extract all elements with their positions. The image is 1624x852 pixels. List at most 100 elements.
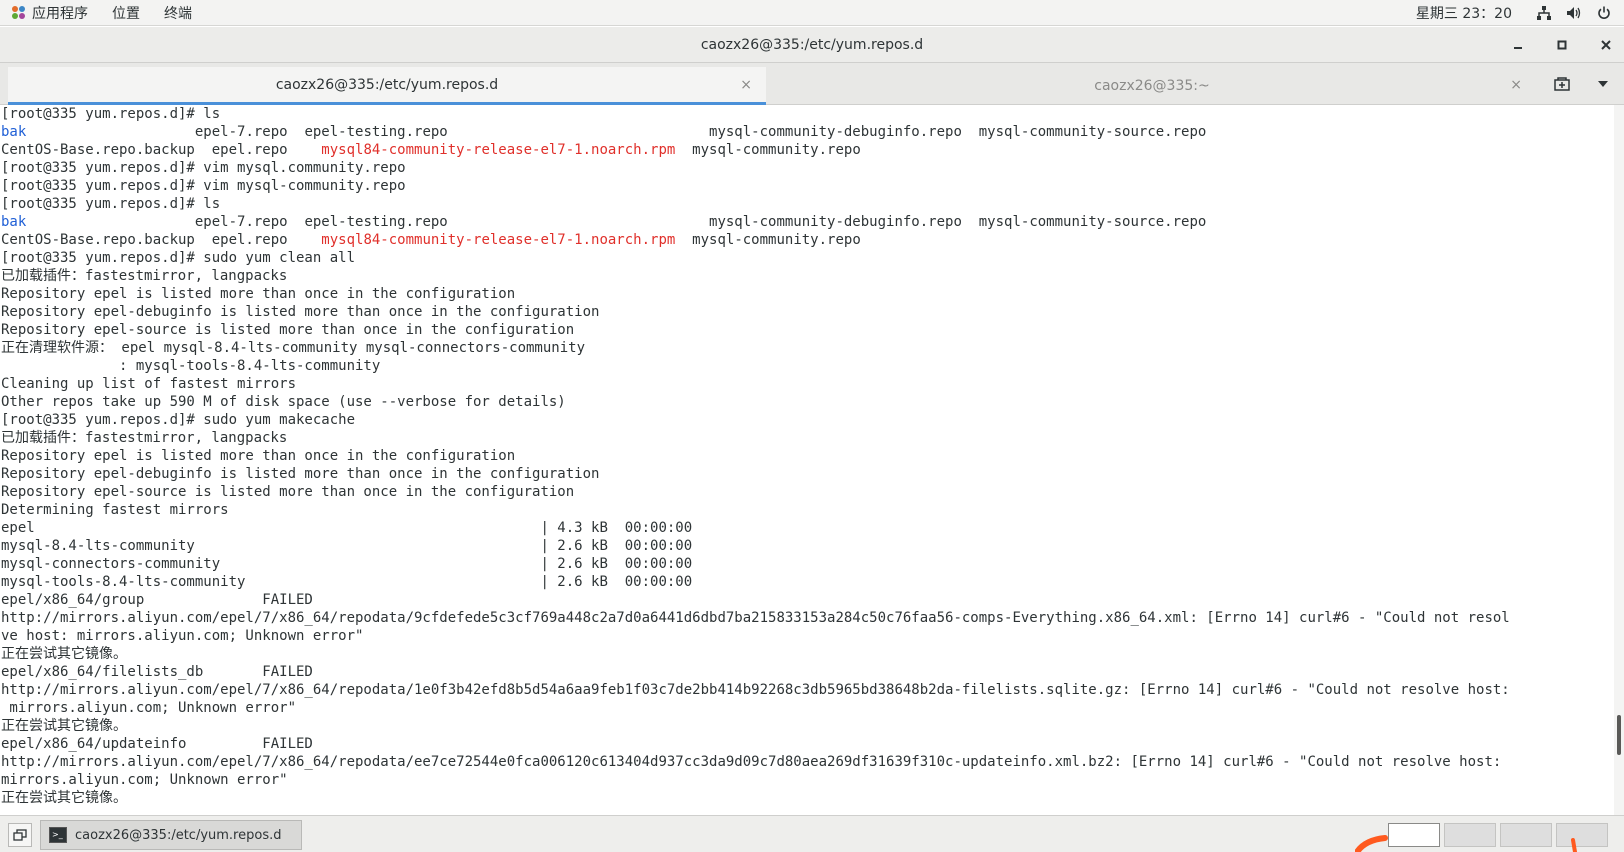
volume-icon[interactable]: [1566, 5, 1582, 21]
places-menu-label: 位置: [112, 5, 140, 22]
directory-entry: bak: [1, 124, 27, 140]
tab-yum-repos[interactable]: caozx26@335:/etc/yum.repos.d ×: [8, 67, 766, 105]
terminal-menu[interactable]: 终端: [152, 0, 204, 26]
terminal-line: 正在尝试其它镜像。: [0, 789, 1614, 807]
terminal-text: : mysql-tools-8.4-lts-community: [1, 358, 381, 374]
terminal-text: Cleaning up list of fastest mirrors: [1, 376, 297, 392]
workspace-4[interactable]: [1556, 823, 1608, 847]
show-desktop-icon[interactable]: [8, 823, 32, 847]
terminal-line: mirrors.aliyun.com; Unknown error": [0, 771, 1614, 789]
scrollbar-thumb[interactable]: [1617, 715, 1621, 755]
rpm-file-entry: mysql84-community-release-el7-1.noarch.r…: [321, 232, 676, 248]
terminal-text: Repository epel is listed more than once…: [1, 448, 516, 464]
terminal-text: Repository epel-debuginfo is listed more…: [1, 466, 600, 482]
terminal-text: [root@335 yum.repos.d]# vim mysql-commun…: [1, 178, 406, 194]
terminal-text: mysql-tools-8.4-lts-community | 2.6 kB 0…: [1, 574, 693, 590]
applications-menu-label: 应用程序: [32, 5, 88, 22]
terminal-line: Repository epel-debuginfo is listed more…: [0, 303, 1614, 321]
terminal-text: [root@335 yum.repos.d]# sudo yum clean a…: [1, 250, 356, 266]
close-icon[interactable]: [1598, 37, 1614, 53]
terminal-line: epel/x86_64/group FAILED: [0, 591, 1614, 609]
terminal-text: http://mirrors.aliyun.com/epel/7/x86_64/…: [1, 682, 1510, 698]
top-panel: 应用程序 位置 终端 星期三 23：20: [0, 0, 1624, 26]
terminal-text: mysql-connectors-community | 2.6 kB 00:0…: [1, 556, 693, 572]
network-icon[interactable]: [1536, 5, 1552, 21]
terminal-line: [root@335 yum.repos.d]# sudo yum clean a…: [0, 249, 1614, 267]
terminal-text: 已加载插件：fastestmirror, langpacks: [1, 268, 288, 284]
terminal-text: mysql-community.repo: [675, 232, 861, 248]
terminal-line: : mysql-tools-8.4-lts-community: [0, 357, 1614, 375]
terminal-text: [root@335 yum.repos.d]# vim mysql.commun…: [1, 160, 406, 176]
terminal-text: CentOS-Base.repo.backup epel.repo: [1, 142, 322, 158]
taskbar-window-button[interactable]: >_ caozx26@335:/etc/yum.repos.d: [40, 820, 302, 850]
terminal-line: Repository epel-debuginfo is listed more…: [0, 465, 1614, 483]
terminal-text: [root@335 yum.repos.d]# ls: [1, 196, 221, 212]
terminal-line: http://mirrors.aliyun.com/epel/7/x86_64/…: [0, 753, 1614, 771]
terminal-scrollbar[interactable]: [1614, 105, 1624, 815]
terminal-line: 已加载插件：fastestmirror, langpacks: [0, 429, 1614, 447]
terminal-line: mysql-connectors-community | 2.6 kB 00:0…: [0, 555, 1614, 573]
window-titlebar[interactable]: caozx26@335:/etc/yum.repos.d: [0, 27, 1624, 63]
terminal-output[interactable]: [root@335 yum.repos.d]# ls bak epel-7.rep…: [0, 105, 1614, 815]
terminal-text: [root@335 yum.repos.d]# ls: [1, 106, 221, 122]
close-tab-icon[interactable]: ×: [740, 77, 752, 93]
new-tab-icon[interactable]: [1540, 63, 1584, 105]
terminal-line: 正在尝试其它镜像。: [0, 717, 1614, 735]
workspace-3[interactable]: [1500, 823, 1552, 847]
terminal-text: 已加载插件：fastestmirror, langpacks: [1, 430, 288, 446]
terminal-text: mirrors.aliyun.com; Unknown error": [1, 772, 288, 788]
terminal-icon: >_: [49, 827, 67, 843]
clock[interactable]: 星期三 23：20: [1416, 3, 1512, 23]
terminal-text: Repository epel-debuginfo is listed more…: [1, 304, 600, 320]
rpm-file-entry: mysql84-community-release-el7-1.noarch.r…: [321, 142, 676, 158]
terminal-line: ve host: mirrors.aliyun.com; Unknown err…: [0, 627, 1614, 645]
power-icon[interactable]: [1596, 5, 1612, 21]
terminal-text: http://mirrors.aliyun.com/epel/7/x86_64/…: [1, 610, 1510, 626]
terminal-line: CentOS-Base.repo.backup epel.repo mysql8…: [0, 231, 1614, 249]
tab-home[interactable]: caozx26@335:~ ×: [768, 67, 1536, 105]
terminal-text: epel/x86_64/filelists_db FAILED: [1, 664, 313, 680]
terminal-line: http://mirrors.aliyun.com/epel/7/x86_64/…: [0, 609, 1614, 627]
terminal-line: 已加载插件：fastestmirror, langpacks: [0, 267, 1614, 285]
tab-label: caozx26@335:/etc/yum.repos.d: [275, 76, 499, 93]
terminal-line: Repository epel-source is listed more th…: [0, 483, 1614, 501]
tab-label: caozx26@335:~: [1094, 78, 1210, 94]
terminal-text: ve host: mirrors.aliyun.com; Unknown err…: [1, 628, 364, 644]
places-menu[interactable]: 位置: [100, 0, 152, 26]
terminal-text: mirrors.aliyun.com; Unknown error": [1, 700, 297, 716]
terminal-text: epel/x86_64/updateinfo FAILED: [1, 736, 313, 752]
terminal-text: mysql-8.4-lts-community | 2.6 kB 00:00:0…: [1, 538, 693, 554]
apps-icon: [12, 5, 26, 20]
terminal-line: Repository epel is listed more than once…: [0, 447, 1614, 465]
workspace-2[interactable]: [1444, 823, 1496, 847]
minimize-icon[interactable]: [1510, 37, 1526, 53]
red-annotation-mark: [1571, 838, 1577, 852]
terminal-menu-label: 终端: [164, 5, 192, 22]
applications-menu[interactable]: 应用程序: [0, 0, 100, 26]
maximize-icon[interactable]: [1554, 37, 1570, 53]
terminal-text: [root@335 yum.repos.d]# sudo yum makecac…: [1, 412, 356, 428]
terminal-text: Repository epel is listed more than once…: [1, 286, 516, 302]
terminal-line: mysql-tools-8.4-lts-community | 2.6 kB 0…: [0, 573, 1614, 591]
directory-entry: bak: [1, 214, 27, 230]
terminal-line: 正在尝试其它镜像。: [0, 645, 1614, 663]
terminal-text: 正在尝试其它镜像。: [1, 646, 127, 662]
terminal-line: 正在清理软件源： epel mysql-8.4-lts-community my…: [0, 339, 1614, 357]
terminal-line: [root@335 yum.repos.d]# ls: [0, 105, 1614, 123]
terminal-line: http://mirrors.aliyun.com/epel/7/x86_64/…: [0, 681, 1614, 699]
terminal-line: Repository epel is listed more than once…: [0, 285, 1614, 303]
terminal-text: Other repos take up 590 M of disk space …: [1, 394, 566, 410]
terminal-text: 正在尝试其它镜像。: [1, 718, 127, 734]
terminal-line: Cleaning up list of fastest mirrors: [0, 375, 1614, 393]
terminal-text: epel-7.repo epel-testing.repo mysql-comm…: [26, 214, 1207, 230]
terminal-line: [root@335 yum.repos.d]# vim mysql-commun…: [0, 177, 1614, 195]
terminal-line: epel/x86_64/filelists_db FAILED: [0, 663, 1614, 681]
terminal-text: epel/x86_64/group FAILED: [1, 592, 313, 608]
terminal-line: epel | 4.3 kB 00:00:00: [0, 519, 1614, 537]
terminal-line: epel/x86_64/updateinfo FAILED: [0, 735, 1614, 753]
terminal-line: mirrors.aliyun.com; Unknown error": [0, 699, 1614, 717]
tab-menu-icon[interactable]: [1586, 63, 1620, 105]
close-tab-icon[interactable]: ×: [1510, 77, 1522, 93]
terminal-text: Determining fastest mirrors: [1, 502, 229, 518]
terminal-text: http://mirrors.aliyun.com/epel/7/x86_64/…: [1, 754, 1502, 770]
